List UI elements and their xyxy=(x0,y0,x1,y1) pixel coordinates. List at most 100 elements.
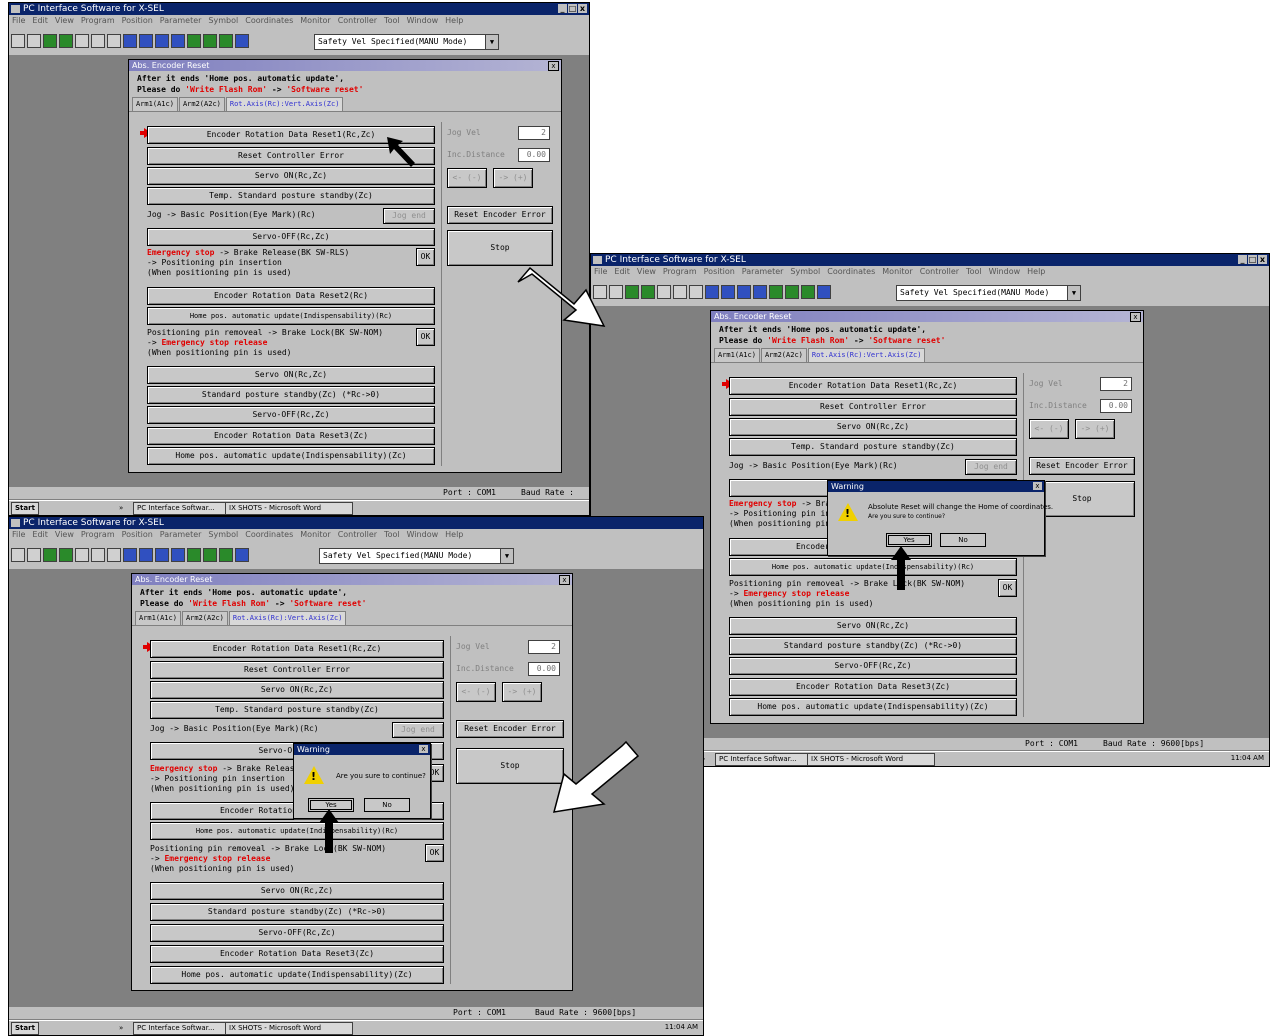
task-word[interactable]: IX SHOTS - Microsoft Word xyxy=(225,502,353,515)
io-icon[interactable] xyxy=(203,548,217,562)
edit-icon[interactable] xyxy=(43,548,57,562)
jog-end-button[interactable]: Jog end xyxy=(392,722,444,738)
menu-coordinates[interactable]: Coordinates xyxy=(245,530,293,539)
home-update-rc-button[interactable]: Home pos. automatic update(Indispensabil… xyxy=(150,822,444,840)
ok-button-2[interactable]: OK xyxy=(425,844,444,862)
jog-minus-button[interactable]: <- (-) xyxy=(456,682,496,702)
task-word[interactable]: IX SHOTS - Microsoft Word xyxy=(807,753,935,766)
monitor-icon[interactable] xyxy=(769,285,783,299)
up2-icon[interactable] xyxy=(171,34,185,48)
menu-parameter[interactable]: Parameter xyxy=(160,16,202,25)
up-icon[interactable] xyxy=(737,285,751,299)
start-button[interactable]: Start xyxy=(11,1022,39,1035)
menu-help[interactable]: Help xyxy=(445,16,463,25)
home-update-rc-button[interactable]: Home pos. automatic update(Indispensabil… xyxy=(729,558,1017,576)
dialog-close-button[interactable]: x xyxy=(548,61,559,71)
menu-parameter[interactable]: Parameter xyxy=(742,267,784,276)
servo-off-button[interactable]: Servo-OFF(Rc,Zc) xyxy=(147,228,435,246)
menu-window[interactable]: Window xyxy=(989,267,1021,276)
home-icon[interactable] xyxy=(139,548,153,562)
io2-icon[interactable] xyxy=(801,285,815,299)
position-icon[interactable] xyxy=(91,548,105,562)
menu-coordinates[interactable]: Coordinates xyxy=(245,16,293,25)
save-icon[interactable] xyxy=(11,548,25,562)
mode-select[interactable]: Safety Vel Specified(MANU Mode) ▼ xyxy=(896,285,1081,301)
program-icon[interactable] xyxy=(75,34,89,48)
menu-program[interactable]: Program xyxy=(81,530,115,539)
menu-program[interactable]: Program xyxy=(81,16,115,25)
servo-on-button-2[interactable]: Servo ON(Rc,Zc) xyxy=(147,366,435,384)
chevron-down-icon[interactable]: ▼ xyxy=(500,549,513,563)
monitor-icon[interactable] xyxy=(187,548,201,562)
home-icon[interactable] xyxy=(139,34,153,48)
menu-help[interactable]: Help xyxy=(445,530,463,539)
pencil-icon[interactable] xyxy=(59,34,73,48)
maximize-button[interactable]: □ xyxy=(1248,255,1257,264)
jog-plus-button[interactable]: -> (+) xyxy=(1075,419,1115,439)
encoder-reset3-button[interactable]: Encoder Rotation Data Reset3(Zc) xyxy=(729,678,1017,696)
menu-position[interactable]: Position xyxy=(122,530,153,539)
task-pc-interface[interactable]: PC Interface Softwar... xyxy=(133,1022,229,1035)
start-button[interactable]: Start xyxy=(11,502,39,515)
maximize-button[interactable]: □ xyxy=(568,4,577,13)
jog-end-button[interactable]: Jog end xyxy=(965,459,1017,475)
stop-icon[interactable] xyxy=(817,285,831,299)
jog-vel-field[interactable]: 2 xyxy=(528,640,560,654)
inc-distance-field[interactable]: 0.00 xyxy=(528,662,560,676)
standard-standby-button[interactable]: Standard posture standby(Zc) (*Rc->0) xyxy=(147,386,435,404)
reset-encoder-error-button[interactable]: Reset Encoder Error xyxy=(447,206,553,224)
home-update-zc-button[interactable]: Home pos. automatic update(Indispensabil… xyxy=(150,966,444,984)
dialog-close-button[interactable]: x xyxy=(1130,312,1141,322)
menu-program[interactable]: Program xyxy=(663,267,697,276)
io-icon[interactable] xyxy=(203,34,217,48)
servo-off-button-2[interactable]: Servo-OFF(Rc,Zc) xyxy=(150,924,444,942)
jog-plus-button[interactable]: -> (+) xyxy=(502,682,542,702)
encoder-reset3-button[interactable]: Encoder Rotation Data Reset3(Zc) xyxy=(147,427,435,445)
encoder-reset3-button[interactable]: Encoder Rotation Data Reset3(Zc) xyxy=(150,945,444,963)
menu-view[interactable]: View xyxy=(55,16,74,25)
menu-view[interactable]: View xyxy=(637,267,656,276)
close-button[interactable]: x xyxy=(578,4,587,13)
no-button[interactable]: No xyxy=(364,798,410,812)
stop-icon[interactable] xyxy=(235,34,249,48)
stop-button[interactable]: Stop xyxy=(447,230,553,266)
tab-arm1[interactable]: Arm1(A1c) xyxy=(135,611,181,625)
jog-minus-button[interactable]: <- (-) xyxy=(447,168,487,188)
standard-standby-button[interactable]: Standard posture standby(Zc) (*Rc->0) xyxy=(729,637,1017,655)
tab-rot-vert[interactable]: Rot.Axis(Rc):Vert.Axis(Zc) xyxy=(807,348,926,362)
menu-file[interactable]: File xyxy=(12,530,25,539)
menu-position[interactable]: Position xyxy=(122,16,153,25)
grid-icon[interactable] xyxy=(27,34,41,48)
menu-file[interactable]: File xyxy=(12,16,25,25)
reset-encoder-error-button[interactable]: Reset Encoder Error xyxy=(1029,457,1135,475)
encoder-reset1-button[interactable]: Encoder Rotation Data Reset1(Rc,Zc) xyxy=(150,640,444,658)
jog-end-button[interactable]: Jog end xyxy=(383,208,435,224)
mode-select[interactable]: Safety Vel Specified(MANU Mode) ▼ xyxy=(319,548,514,564)
servo-off-button-2[interactable]: Servo-OFF(Rc,Zc) xyxy=(147,406,435,424)
servo-on-button[interactable]: Servo ON(Rc,Zc) xyxy=(729,418,1017,436)
temp-standby-button[interactable]: Temp. Standard posture standby(Zc) xyxy=(147,187,435,205)
temp-standby-button[interactable]: Temp. Standard posture standby(Zc) xyxy=(150,701,444,719)
menu-edit[interactable]: Edit xyxy=(32,16,48,25)
pencil-icon[interactable] xyxy=(641,285,655,299)
up2-icon[interactable] xyxy=(171,548,185,562)
menu-window[interactable]: Window xyxy=(407,16,439,25)
ok-button-1[interactable]: OK xyxy=(416,248,435,266)
home-icon[interactable] xyxy=(721,285,735,299)
close-button[interactable]: x xyxy=(1258,255,1267,264)
up-icon[interactable] xyxy=(155,548,169,562)
inc-distance-field[interactable]: 0.00 xyxy=(1100,399,1132,413)
menu-monitor[interactable]: Monitor xyxy=(882,267,912,276)
grid-icon[interactable] xyxy=(609,285,623,299)
program-icon[interactable] xyxy=(657,285,671,299)
menu-help[interactable]: Help xyxy=(1027,267,1045,276)
menu-coordinates[interactable]: Coordinates xyxy=(827,267,875,276)
jog-minus-button[interactable]: <- (-) xyxy=(1029,419,1069,439)
menu-tool[interactable]: Tool xyxy=(966,267,982,276)
standard-standby-button[interactable]: Standard posture standby(Zc) (*Rc->0) xyxy=(150,903,444,921)
minimize-button[interactable]: _ xyxy=(558,4,567,13)
tab-arm2[interactable]: Arm2(A2c) xyxy=(760,348,807,362)
taskbar-chevron[interactable]: » xyxy=(119,501,123,515)
warning-close-button[interactable]: x xyxy=(1033,482,1042,490)
menu-view[interactable]: View xyxy=(55,530,74,539)
